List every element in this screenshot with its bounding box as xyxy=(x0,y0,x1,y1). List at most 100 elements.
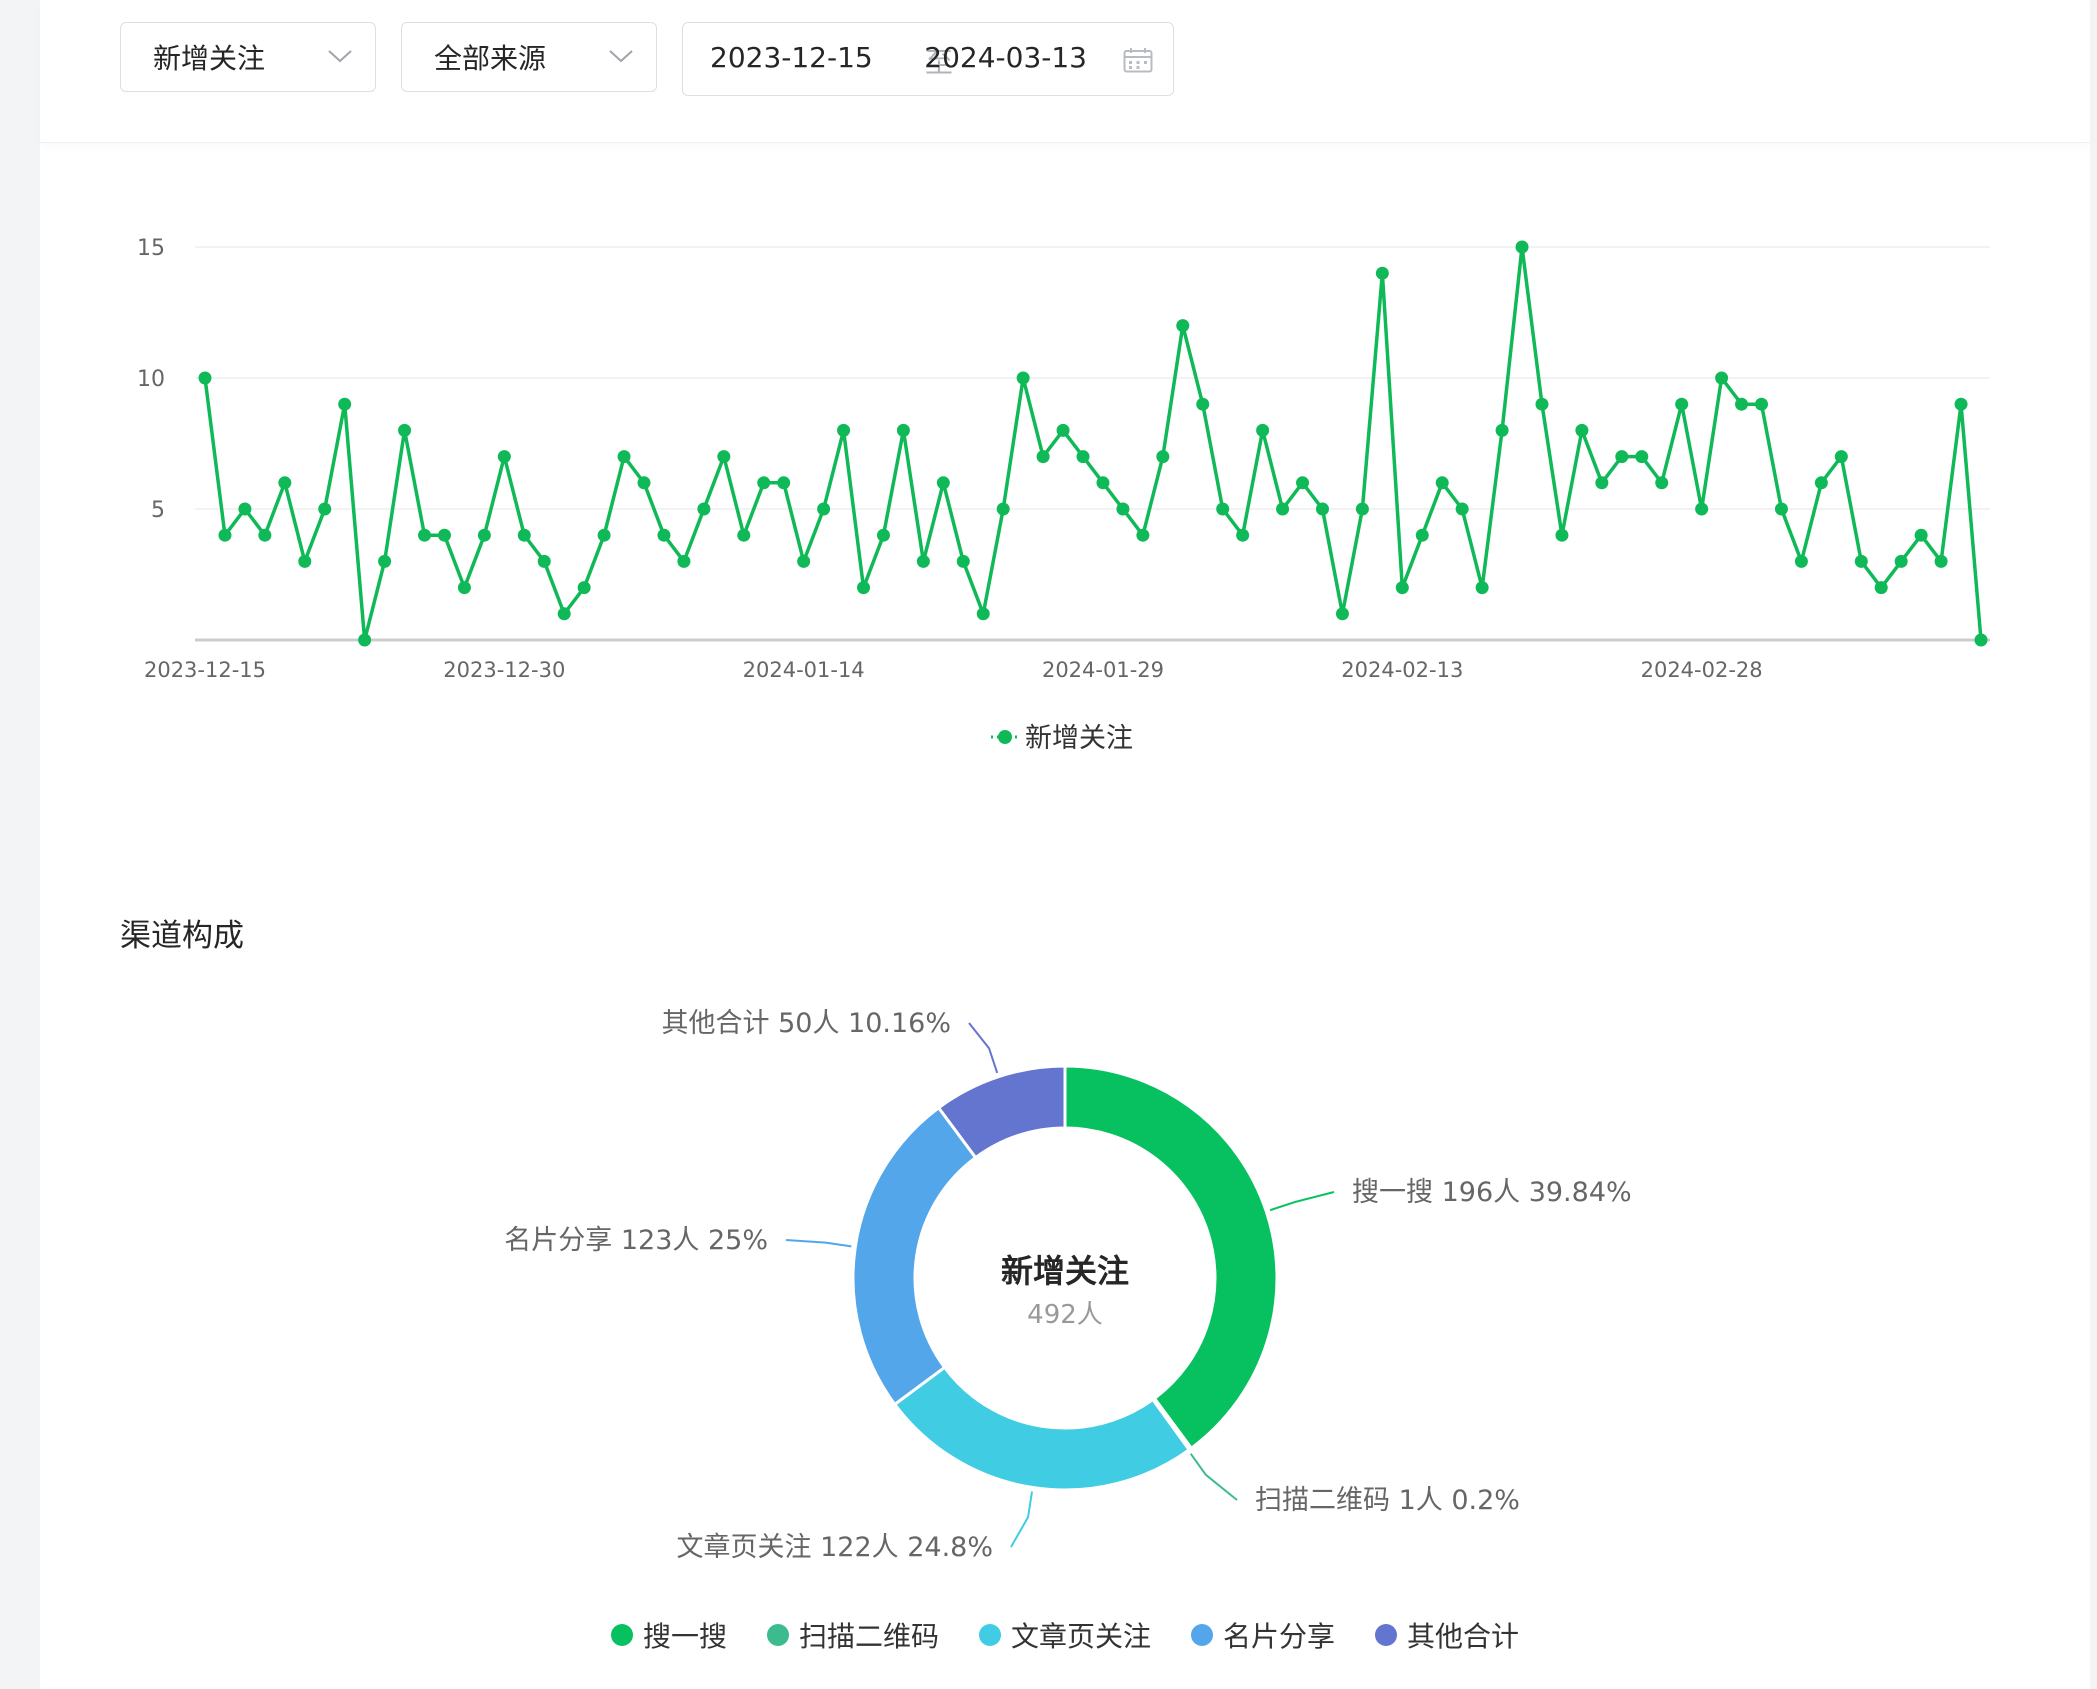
data-point[interactable] xyxy=(517,528,531,542)
data-point[interactable] xyxy=(1455,502,1469,516)
data-point[interactable] xyxy=(1834,450,1848,464)
data-point[interactable] xyxy=(1096,476,1110,490)
data-point[interactable] xyxy=(677,554,691,568)
data-point[interactable] xyxy=(1196,397,1210,411)
legend-item-qrcode[interactable]: 扫描二维码 xyxy=(766,1615,939,1655)
data-point[interactable] xyxy=(298,554,312,568)
data-point[interactable] xyxy=(876,528,890,542)
data-point[interactable] xyxy=(1655,476,1669,490)
data-point[interactable] xyxy=(617,450,631,464)
data-point[interactable] xyxy=(1934,554,1948,568)
data-point[interactable] xyxy=(218,528,232,542)
data-point[interactable] xyxy=(1754,397,1768,411)
data-point[interactable] xyxy=(1156,450,1170,464)
date-end[interactable]: 2024-03-13 xyxy=(924,41,1087,74)
data-point[interactable] xyxy=(1675,397,1689,411)
data-point[interactable] xyxy=(1914,528,1928,542)
data-point[interactable] xyxy=(1236,528,1250,542)
data-point[interactable] xyxy=(1056,423,1070,437)
data-point[interactable] xyxy=(1715,371,1729,385)
data-point[interactable] xyxy=(1475,581,1489,595)
data-point[interactable] xyxy=(1794,554,1808,568)
data-point[interactable] xyxy=(1874,581,1888,595)
data-point[interactable] xyxy=(657,528,671,542)
data-point[interactable] xyxy=(398,423,412,437)
data-point[interactable] xyxy=(238,502,252,516)
data-point[interactable] xyxy=(198,371,212,385)
data-point[interactable] xyxy=(1216,502,1230,516)
data-point[interactable] xyxy=(637,476,651,490)
data-point[interactable] xyxy=(1515,240,1529,254)
date-range-picker[interactable]: 2023-12-15 至 2024-03-13 xyxy=(682,22,1174,96)
data-point[interactable] xyxy=(996,502,1010,516)
line-legend[interactable]: 新增关注 xyxy=(991,723,1133,754)
data-point[interactable] xyxy=(437,528,451,542)
data-point[interactable] xyxy=(557,607,571,621)
data-point[interactable] xyxy=(1176,319,1190,333)
data-point[interactable] xyxy=(1575,423,1589,437)
data-point[interactable] xyxy=(777,476,791,490)
data-point[interactable] xyxy=(1635,450,1649,464)
data-point[interactable] xyxy=(1276,502,1290,516)
data-point[interactable] xyxy=(817,502,831,516)
data-point[interactable] xyxy=(697,502,711,516)
data-point[interactable] xyxy=(577,581,591,595)
donut-slice-card[interactable] xyxy=(851,1106,978,1406)
data-point[interactable] xyxy=(418,528,432,542)
data-point[interactable] xyxy=(896,423,910,437)
data-point[interactable] xyxy=(797,554,811,568)
data-point[interactable] xyxy=(1116,502,1130,516)
data-point[interactable] xyxy=(1375,266,1389,280)
data-point[interactable] xyxy=(1296,476,1310,490)
data-point[interactable] xyxy=(737,528,751,542)
data-point[interactable] xyxy=(916,554,930,568)
data-point[interactable] xyxy=(318,502,332,516)
data-point[interactable] xyxy=(1854,554,1868,568)
data-point[interactable] xyxy=(757,476,771,490)
data-point[interactable] xyxy=(1395,581,1409,595)
data-point[interactable] xyxy=(1355,502,1369,516)
data-point[interactable] xyxy=(1435,476,1449,490)
data-point[interactable] xyxy=(457,581,471,595)
data-point[interactable] xyxy=(1814,476,1828,490)
source-select[interactable]: 全部来源 xyxy=(401,22,657,92)
data-point[interactable] xyxy=(1555,528,1569,542)
data-point[interactable] xyxy=(956,554,970,568)
data-point[interactable] xyxy=(857,581,871,595)
legend-item-card[interactable]: 名片分享 xyxy=(1191,1615,1335,1655)
data-point[interactable] xyxy=(1076,450,1090,464)
data-point[interactable] xyxy=(597,528,611,542)
donut-slice-article[interactable] xyxy=(893,1365,1191,1492)
data-point[interactable] xyxy=(1894,554,1908,568)
data-point[interactable] xyxy=(1774,502,1788,516)
data-point[interactable] xyxy=(537,554,551,568)
data-point[interactable] xyxy=(358,633,372,647)
data-point[interactable] xyxy=(1735,397,1749,411)
data-point[interactable] xyxy=(1495,423,1509,437)
data-point[interactable] xyxy=(258,528,272,542)
data-point[interactable] xyxy=(1535,397,1549,411)
data-point[interactable] xyxy=(717,450,731,464)
data-point[interactable] xyxy=(1615,450,1629,464)
data-point[interactable] xyxy=(837,423,851,437)
data-point[interactable] xyxy=(338,397,352,411)
data-point[interactable] xyxy=(976,607,990,621)
data-point[interactable] xyxy=(1256,423,1270,437)
data-point[interactable] xyxy=(1136,528,1150,542)
date-start[interactable]: 2023-12-15 xyxy=(710,41,873,74)
data-point[interactable] xyxy=(936,476,950,490)
data-point[interactable] xyxy=(1016,371,1030,385)
data-point[interactable] xyxy=(1036,450,1050,464)
legend-item-article[interactable]: 文章页关注 xyxy=(978,1615,1151,1655)
data-point[interactable] xyxy=(477,528,491,542)
data-point[interactable] xyxy=(1415,528,1429,542)
data-point[interactable] xyxy=(1954,397,1968,411)
data-point[interactable] xyxy=(1695,502,1709,516)
data-point[interactable] xyxy=(1974,633,1988,647)
data-point[interactable] xyxy=(1595,476,1609,490)
data-point[interactable] xyxy=(497,450,511,464)
metric-select[interactable]: 新增关注 xyxy=(120,22,376,92)
legend-item-other[interactable]: 其他合计 xyxy=(1375,1615,1519,1655)
data-point[interactable] xyxy=(1315,502,1329,516)
data-point[interactable] xyxy=(1335,607,1349,621)
